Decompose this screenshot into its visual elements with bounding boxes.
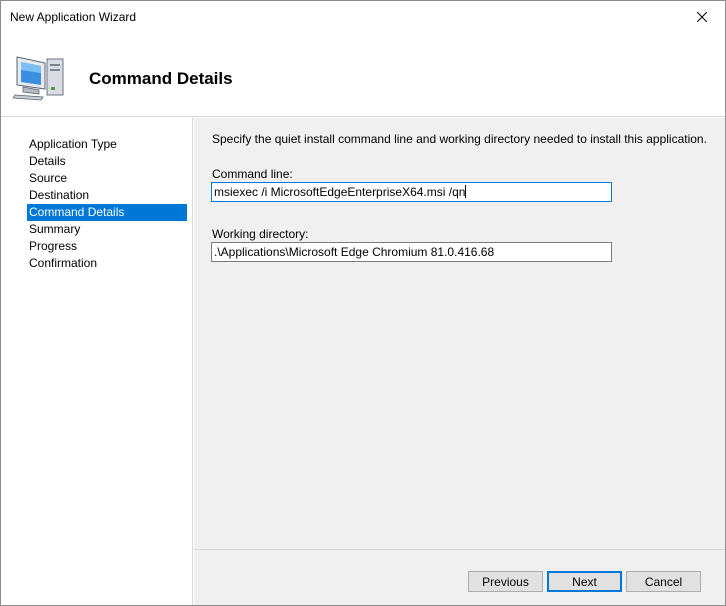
cancel-button[interactable]: Cancel — [626, 571, 701, 592]
working-directory-value: .\Applications\Microsoft Edge Chromium 8… — [214, 245, 495, 259]
close-button[interactable] — [679, 1, 725, 32]
sidebar-item-command-details[interactable]: Command Details — [27, 204, 187, 221]
sidebar-item-details[interactable]: Details — [27, 153, 187, 170]
window-title: New Application Wizard — [10, 10, 137, 24]
sidebar-item-destination[interactable]: Destination — [27, 187, 187, 204]
computer-icon — [13, 56, 64, 101]
wizard-window: New Application Wizard Command Details A… — [0, 0, 726, 606]
close-icon — [697, 11, 707, 22]
sidebar-item-summary[interactable]: Summary — [27, 221, 187, 238]
wizard-header: Command Details — [1, 33, 725, 117]
text-caret — [465, 185, 467, 198]
title-bar: New Application Wizard — [1, 1, 725, 33]
command-line-label: Command line: — [212, 167, 293, 181]
next-button[interactable]: Next — [547, 571, 622, 592]
working-directory-field[interactable]: .\Applications\Microsoft Edge Chromium 8… — [211, 242, 612, 262]
wizard-steps-sidebar: Application Type Details Source Destinat… — [1, 118, 193, 605]
command-line-field[interactable]: msiexec /i MicrosoftEdgeEnterpriseX64.ms… — [211, 182, 612, 202]
sidebar-item-source[interactable]: Source — [27, 170, 187, 187]
sidebar-item-progress[interactable]: Progress — [27, 238, 187, 255]
previous-button[interactable]: Previous — [468, 571, 543, 592]
wizard-content: Specify the quiet install command line a… — [194, 118, 725, 549]
sidebar-item-application-type[interactable]: Application Type — [27, 136, 187, 153]
working-directory-label: Working directory: — [212, 227, 309, 241]
instruction-text: Specify the quiet install command line a… — [212, 132, 707, 146]
sidebar-item-confirmation[interactable]: Confirmation — [27, 255, 187, 272]
wizard-footer: Previous Next Cancel — [194, 549, 725, 605]
page-title: Command Details — [89, 69, 233, 88]
command-line-value: msiexec /i MicrosoftEdgeEnterpriseX64.ms… — [214, 185, 466, 199]
